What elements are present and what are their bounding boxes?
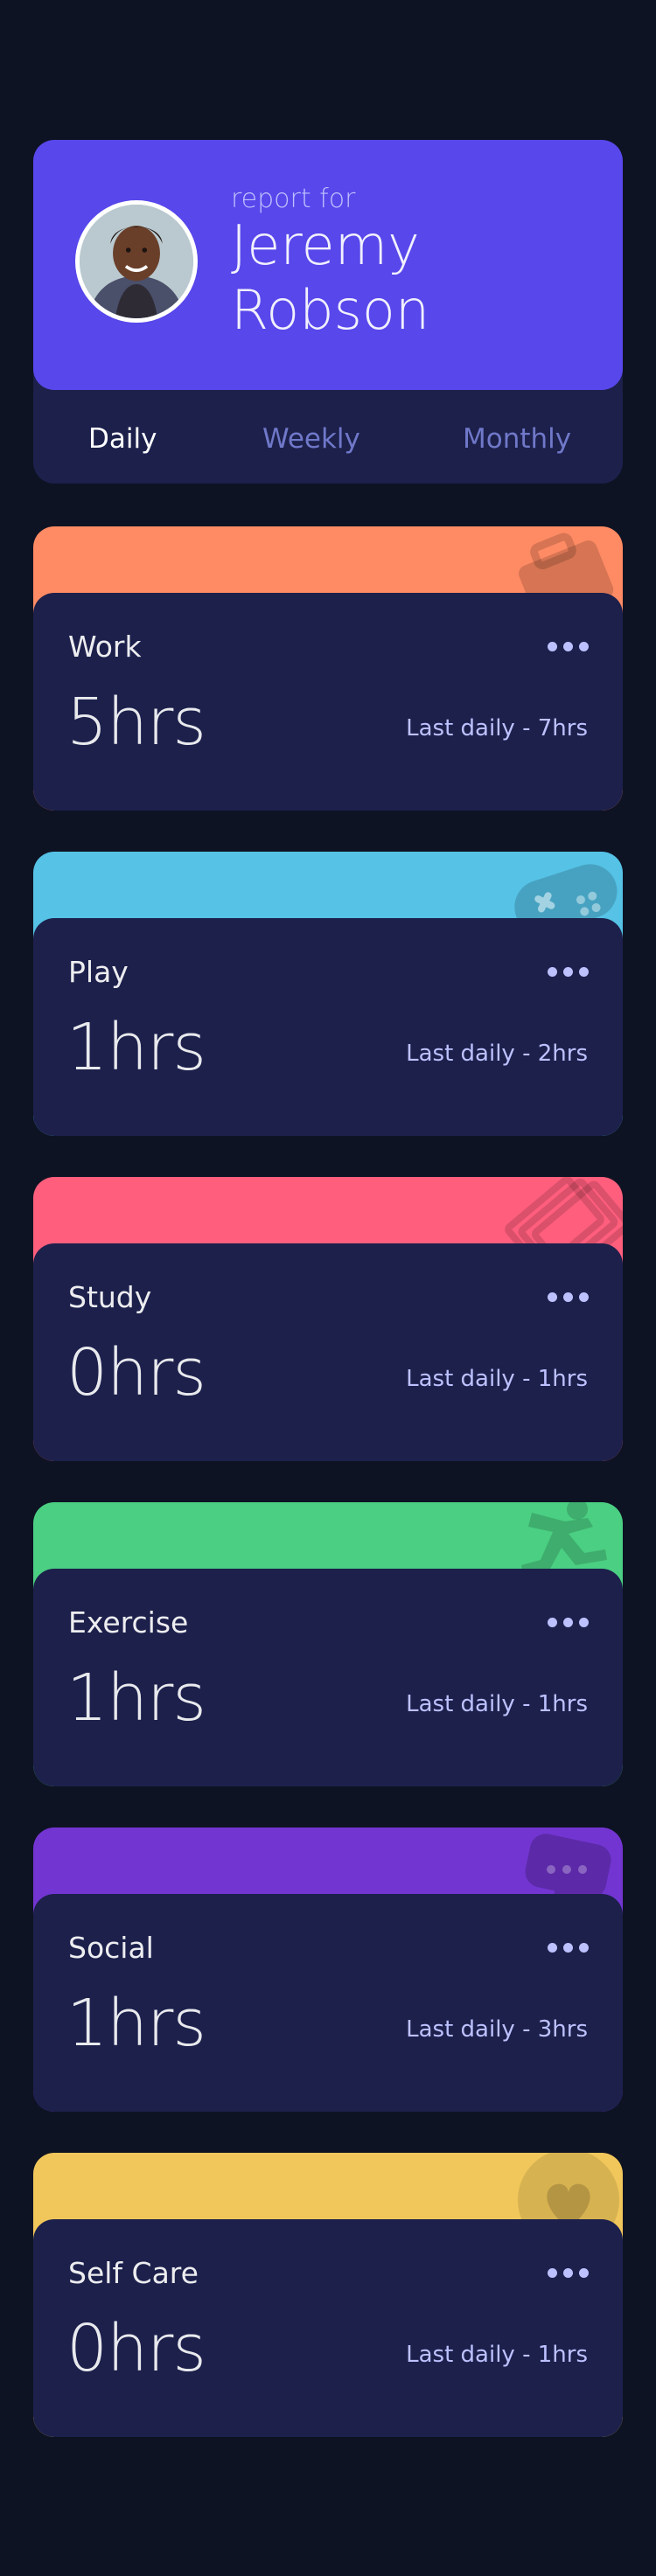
activity-card-social: Social 1hrs Last daily - 3hrs: [33, 1828, 623, 2112]
more-options-button[interactable]: [548, 642, 590, 652]
more-options-button[interactable]: [548, 1292, 590, 1303]
report-for-label: report for: [231, 184, 356, 214]
more-options-button[interactable]: [548, 2268, 590, 2279]
activity-card-exercise: Exercise 1hrs Last daily - 1hrs: [33, 1502, 623, 1786]
user-first-name: Jeremy: [231, 213, 420, 277]
activity-card-work: Work 5hrs Last daily - 7hrs: [33, 526, 623, 811]
activity-title: Self Care: [68, 2256, 199, 2290]
activity-panel[interactable]: Work 5hrs Last daily - 7hrs: [33, 593, 623, 811]
activity-hours: 0hrs: [66, 1335, 206, 1410]
more-options-button[interactable]: [548, 1943, 590, 1953]
profile-header: report for Jeremy Robson: [33, 140, 623, 390]
activity-previous: Last daily - 3hrs: [406, 2016, 588, 2043]
activity-hours: 5hrs: [66, 685, 206, 760]
activity-card-play: Play 1hrs Last daily - 2hrs: [33, 852, 623, 1136]
activity-previous: Last daily - 1hrs: [406, 2342, 588, 2368]
activity-title: Play: [68, 955, 129, 989]
activity-panel[interactable]: Social 1hrs Last daily - 3hrs: [33, 1894, 623, 2112]
activity-title: Work: [68, 630, 142, 664]
profile-card: report for Jeremy Robson Daily Weekly Mo…: [33, 140, 623, 484]
activity-previous: Last daily - 7hrs: [406, 715, 588, 741]
tab-daily[interactable]: Daily: [88, 423, 157, 455]
activity-title: Social: [68, 1931, 154, 1965]
more-options-button[interactable]: [548, 967, 590, 978]
avatar: [75, 200, 198, 323]
activity-hours: 0hrs: [66, 2311, 206, 2386]
activity-panel[interactable]: Study 0hrs Last daily - 1hrs: [33, 1243, 623, 1461]
activity-title: Exercise: [68, 1605, 189, 1640]
activity-panel[interactable]: Play 1hrs Last daily - 2hrs: [33, 918, 623, 1136]
tab-monthly[interactable]: Monthly: [463, 423, 571, 455]
activity-card-study: Study 0hrs Last daily - 1hrs: [33, 1177, 623, 1461]
activity-title: Study: [68, 1280, 152, 1314]
more-options-button[interactable]: [548, 1618, 590, 1628]
user-name: Jeremy Robson: [231, 213, 598, 343]
activity-panel[interactable]: Exercise 1hrs Last daily - 1hrs: [33, 1569, 623, 1786]
activity-panel[interactable]: Self Care 0hrs Last daily - 1hrs: [33, 2219, 623, 2437]
avatar-photo: [80, 205, 193, 318]
user-last-name: Robson: [231, 278, 430, 342]
activity-hours: 1hrs: [66, 1010, 206, 1085]
activity-previous: Last daily - 1hrs: [406, 1691, 588, 1717]
tab-weekly[interactable]: Weekly: [262, 423, 360, 455]
dashboard: report for Jeremy Robson Daily Weekly Mo…: [0, 0, 656, 2576]
activity-card-self-care: Self Care 0hrs Last daily - 1hrs: [33, 2153, 623, 2437]
activity-previous: Last daily - 2hrs: [406, 1041, 588, 1067]
timeframe-tabs: Daily Weekly Monthly: [33, 390, 623, 484]
activity-previous: Last daily - 1hrs: [406, 1366, 588, 1392]
activity-hours: 1hrs: [66, 1660, 206, 1736]
activity-hours: 1hrs: [66, 1986, 206, 2061]
